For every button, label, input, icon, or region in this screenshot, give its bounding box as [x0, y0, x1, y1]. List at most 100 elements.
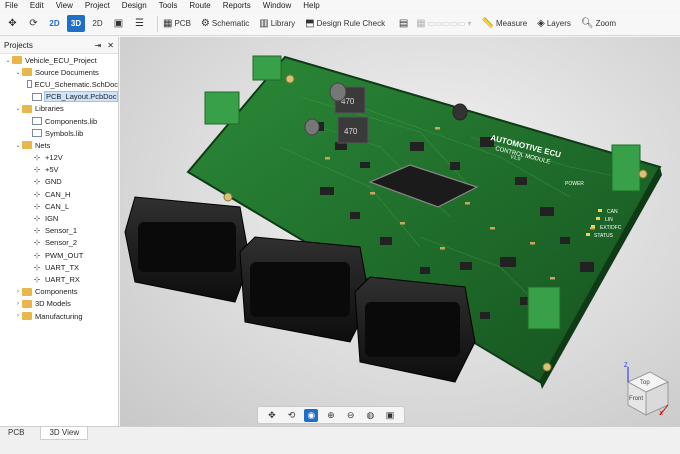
- menu-file[interactable]: File: [0, 0, 25, 11]
- net-icon: ⊹: [33, 177, 41, 187]
- pcb-icon: ▦: [163, 17, 173, 29]
- fit-view-icon[interactable]: ◉: [304, 408, 319, 422]
- 3d-viewport[interactable]: 470 470 AUTOMOTIVE ECU CONTROL MODULE V1…: [120, 37, 680, 426]
- tree-item[interactable]: ⌄ Vehicle_ECU_Project: [0, 54, 118, 66]
- zoom-region-icon[interactable]: ⊖: [344, 409, 358, 422]
- measure-button[interactable]: 📏 Measure: [482, 15, 534, 32]
- menu-project[interactable]: Project: [80, 0, 117, 11]
- tree-item[interactable]: ⊹ UART_RX: [0, 273, 118, 285]
- tree-item-label: CAN_L: [45, 201, 70, 211]
- library-button[interactable]: ▥ Library: [259, 15, 301, 32]
- menu-window[interactable]: Window: [258, 0, 298, 11]
- tree-item[interactable]: ⊹ CAN_H: [0, 188, 118, 200]
- layer-stack-icon[interactable]: ☰: [131, 15, 148, 32]
- tree-item[interactable]: › Manufacturing: [0, 310, 118, 322]
- panel-header: Projects ⇥ ✕: [0, 37, 118, 54]
- zoom-button[interactable]: 🔍︎ Zoom: [581, 15, 622, 32]
- chevron-down-icon[interactable]: ⌄: [14, 142, 22, 149]
- menu-reports[interactable]: Reports: [218, 0, 258, 11]
- pcb-3d-render: 470 470 AUTOMOTIVE ECU CONTROL MODULE V1…: [124, 55, 670, 417]
- orbit-icon[interactable]: ⟲: [285, 409, 299, 422]
- net-icon: ⊹: [33, 165, 41, 175]
- chevron-down-icon[interactable]: ⌄: [14, 105, 22, 112]
- net-icon: ⊹: [33, 201, 41, 211]
- board-icon[interactable]: ▣: [110, 15, 127, 32]
- tree-item[interactable]: ⊹ Sensor_2: [0, 237, 118, 249]
- pin-icon[interactable]: ⇥: [95, 41, 102, 50]
- tree-item[interactable]: Components.lib: [0, 115, 118, 127]
- terminal-block-left: [204, 91, 240, 125]
- pan-icon[interactable]: ✥: [265, 409, 279, 422]
- zoom-in-icon[interactable]: ⊕: [324, 409, 338, 422]
- net-icon: ⊹: [33, 153, 41, 163]
- document-icon: [32, 92, 42, 101]
- tree-item-label: Components: [35, 287, 78, 297]
- tree-item[interactable]: Symbols.lib: [0, 127, 118, 139]
- pcb-button[interactable]: ▦ PCB: [163, 15, 197, 32]
- layers-button[interactable]: ◈ Layers: [537, 15, 577, 32]
- tree-item[interactable]: ⌄ Nets: [0, 139, 118, 151]
- tree-item-label: ECU_Schematic.SchDoc: [34, 79, 118, 89]
- tree-item[interactable]: ⌄ Source Documents: [0, 66, 118, 78]
- tree-item[interactable]: › 3D Models: [0, 298, 118, 310]
- tree-item[interactable]: ⊹ CAN_L: [0, 200, 118, 212]
- tree-item[interactable]: ⊹ GND: [0, 176, 118, 188]
- net-icon: ⊹: [33, 262, 41, 272]
- view-mode-icon[interactable]: ◍: [363, 409, 377, 422]
- chevron-down-icon[interactable]: ⌄: [14, 69, 22, 76]
- view-2d-alt-button[interactable]: 2D: [89, 15, 106, 32]
- tree-item-label: UART_RX: [45, 274, 80, 284]
- menu-edit[interactable]: Edit: [25, 0, 51, 11]
- view-3d-button[interactable]: 3D: [67, 15, 85, 32]
- tree-item-label: Libraries: [35, 104, 64, 114]
- chevron-right-icon[interactable]: ›: [14, 301, 22, 307]
- tree-item-label: Components.lib: [45, 116, 98, 126]
- tree-item-label: Source Documents: [35, 67, 99, 77]
- library-icon: ▥: [259, 17, 269, 29]
- tree-item[interactable]: ⊹ IGN: [0, 212, 118, 224]
- folder-icon: [22, 299, 32, 308]
- close-icon[interactable]: ✕: [107, 41, 114, 50]
- tree-item-label: Sensor_1: [45, 226, 78, 236]
- tree-item[interactable]: ⊹ +12V: [0, 152, 118, 164]
- menu-view[interactable]: View: [51, 0, 80, 11]
- tab-3d-view[interactable]: 3D View: [40, 427, 89, 440]
- menu-design[interactable]: Design: [117, 0, 154, 11]
- projects-panel: Projects ⇥ ✕ ⌄ Vehicle_ECU_Project ⌄ Source…: [0, 37, 119, 426]
- document-icon[interactable]: ▤: [395, 15, 412, 32]
- drc-button[interactable]: ⬒ Design Rule Check: [305, 15, 391, 32]
- rotate-view-icon[interactable]: ⟳: [25, 15, 42, 32]
- chevron-right-icon[interactable]: ›: [14, 313, 22, 319]
- toolbar-separator: [157, 15, 158, 32]
- display-options-icon[interactable]: ▣: [383, 409, 397, 422]
- view-2d-button[interactable]: 2D: [46, 15, 63, 32]
- tree-item[interactable]: › Components: [0, 286, 118, 298]
- schematic-icon: ⚙: [200, 17, 210, 29]
- tree-item[interactable]: ⊹ +5V: [0, 164, 118, 176]
- move-tool-icon[interactable]: ✥: [4, 15, 21, 32]
- tab-pcb[interactable]: PCB: [0, 427, 32, 439]
- view-cube[interactable]: Top Front X Z: [624, 363, 670, 417]
- axis-z-label: Z: [624, 363, 628, 369]
- menu-help[interactable]: Help: [298, 0, 326, 11]
- capacitor-3: [452, 103, 468, 121]
- tree-item[interactable]: ⊹ UART_TX: [0, 261, 118, 273]
- tree-item[interactable]: ECU_Schematic.SchDoc: [0, 78, 118, 90]
- chevron-right-icon[interactable]: ›: [14, 289, 22, 295]
- tree-item[interactable]: ⊹ Sensor_1: [0, 225, 118, 237]
- menu-tools[interactable]: Tools: [154, 0, 185, 11]
- net-icon: ⊹: [33, 214, 41, 224]
- terminal-block-top: [252, 55, 282, 81]
- tree-item[interactable]: ⊹ PWM_OUT: [0, 249, 118, 261]
- drc-icon: ⬒: [305, 17, 315, 29]
- tree-item[interactable]: PCB_Layout.PcbDoc: [0, 91, 119, 103]
- tree-item-label: Sensor_2: [45, 238, 78, 248]
- schematic-button[interactable]: ⚙ Schematic: [201, 15, 255, 32]
- chevron-down-icon[interactable]: ⌄: [4, 57, 12, 64]
- net-icon: ⊹: [33, 238, 41, 248]
- tree-item[interactable]: ⌄ Libraries: [0, 103, 118, 115]
- power-label: POWER: [565, 181, 584, 187]
- menu-route[interactable]: Route: [184, 0, 217, 11]
- tree-item-label: CAN_H: [45, 189, 71, 199]
- axis-x-label: X: [659, 411, 663, 417]
